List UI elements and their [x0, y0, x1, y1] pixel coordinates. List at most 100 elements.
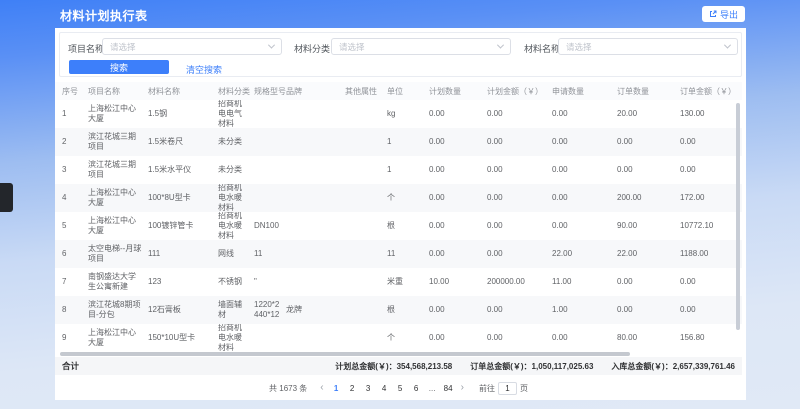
next-page-icon[interactable]: › — [459, 384, 466, 392]
material-category-select[interactable]: 请选择 — [331, 38, 511, 55]
pagination: 共 1673 条 ‹ 123456...84 › 前往 页 — [55, 380, 742, 396]
top-bar: 材料计划执行表 导出 — [0, 0, 800, 28]
table-row[interactable]: 6太空电梯--月球项目111网线11110.000.0022.0022.0011… — [55, 240, 742, 268]
table-cell: 个 — [387, 184, 429, 212]
table-cell — [345, 128, 387, 156]
table-cell: 1.00 — [552, 296, 617, 324]
filter-bar: 项目名称 请选择 材料分类 请选择 材料名称 请选择 搜索 清空搜索 — [59, 32, 742, 77]
summary-item: 订单总金额(￥)：1,050,117,025.63 — [470, 361, 593, 372]
column-header: 订单金额（￥） — [680, 82, 742, 100]
table-cell: 10772.10 — [680, 212, 742, 240]
table-cell: 156.80 — [680, 324, 742, 352]
table-cell: 0.00 — [680, 268, 742, 296]
table-row[interactable]: 2滨江花城三期项目1.5米卷尺未分类10.000.000.000.000.00 — [55, 128, 742, 156]
table-cell: 0.00 — [487, 296, 552, 324]
page-list: 123456...84 — [331, 384, 454, 393]
totals-row: 合计 计划总金额(￥)：354,568,213.58订单总金额(￥)：1,050… — [55, 357, 742, 375]
table-cell: 上海松江中心大厦 — [88, 212, 148, 240]
table-row[interactable]: 1上海松江中心大厦1.5钢招商机电电气材料kg0.000.000.0020.00… — [55, 100, 742, 128]
table-body: 1上海松江中心大厦1.5钢招商机电电气材料kg0.000.000.0020.00… — [55, 100, 742, 352]
table-cell: 172.00 — [680, 184, 742, 212]
project-name-select[interactable]: 请选择 — [102, 38, 282, 55]
summary-item: 计划总金额(￥)：354,568,213.58 — [335, 361, 452, 372]
search-button[interactable]: 搜索 — [69, 60, 169, 74]
table-cell: 0.00 — [552, 324, 617, 352]
page-button[interactable]: 84 — [443, 384, 454, 393]
horizontal-scrollbar[interactable] — [60, 352, 630, 356]
export-button[interactable]: 导出 — [702, 6, 745, 22]
summary-item: 入库总金额(￥)：2,657,339,761.46 — [611, 361, 735, 372]
table-row[interactable]: 3滨江花城三期项目1.5米水平仪未分类10.000.000.000.000.00 — [55, 156, 742, 184]
table-row[interactable]: 7南钢盛达大学生公寓新建123不锈钢"米重10.00200000.0011.00… — [55, 268, 742, 296]
table-cell: " — [254, 268, 286, 296]
table-cell: 0.00 — [617, 128, 680, 156]
table-cell: 0.00 — [552, 212, 617, 240]
page-title: 材料计划执行表 — [60, 7, 148, 24]
table-cell: 7 — [62, 268, 88, 296]
table-cell: 123 — [148, 268, 218, 296]
table-cell: 招商机电水暖材料 — [218, 184, 254, 212]
pagination-total: 共 1673 条 — [269, 383, 307, 394]
table-cell: 3 — [62, 156, 88, 184]
summary-item-value: 2,657,339,761.46 — [673, 362, 735, 371]
table-cell: 0.00 — [429, 296, 487, 324]
table-cell — [286, 156, 345, 184]
goto-page-input[interactable] — [498, 382, 517, 395]
project-name-placeholder: 请选择 — [110, 41, 136, 53]
table-cell: 滨江花城8期项目-分包 — [88, 296, 148, 324]
table-row[interactable]: 9上海松江中心大厦150*10U型卡招商机电水暖材料个0.000.000.008… — [55, 324, 742, 352]
table-cell: 0.00 — [429, 212, 487, 240]
table-cell: 80.00 — [617, 324, 680, 352]
table-cell: 12石膏板 — [148, 296, 218, 324]
table-cell: 招商机电水暖材料 — [218, 324, 254, 352]
page-button[interactable]: 5 — [395, 384, 406, 393]
chevron-down-icon — [268, 42, 275, 49]
table-cell: 200.00 — [617, 184, 680, 212]
table-cell: 90.00 — [617, 212, 680, 240]
export-icon — [709, 10, 717, 18]
page-button[interactable]: 1 — [331, 384, 342, 393]
summary-item-label: 订单总金额(￥)： — [470, 361, 531, 372]
table-cell: 上海松江中心大厦 — [88, 184, 148, 212]
summary-item-label: 入库总金额(￥)： — [611, 361, 672, 372]
table-cell: 招商机电电气材料 — [218, 100, 254, 128]
table-cell: 根 — [387, 212, 429, 240]
table-cell — [286, 212, 345, 240]
clear-search-link[interactable]: 清空搜索 — [186, 63, 222, 76]
table-cell — [254, 100, 286, 128]
table-cell: 不锈钢 — [218, 268, 254, 296]
page-button[interactable]: 3 — [363, 384, 374, 393]
prev-page-icon[interactable]: ‹ — [318, 384, 325, 392]
table-row[interactable]: 8滨江花城8期项目-分包12石膏板墙面辅材1220*2440*12龙牌根0.00… — [55, 296, 742, 324]
table-cell — [345, 184, 387, 212]
table-cell: 滨江花城三期项目 — [88, 128, 148, 156]
page-button[interactable]: 6 — [411, 384, 422, 393]
table-cell: 0.00 — [617, 156, 680, 184]
vertical-scrollbar[interactable] — [736, 103, 740, 330]
table-cell: 上海松江中心大厦 — [88, 324, 148, 352]
table-cell: 11 — [254, 240, 286, 268]
filter-label-project: 项目名称 — [68, 42, 104, 55]
column-header: 申请数量 — [552, 82, 617, 100]
page-button[interactable]: 2 — [347, 384, 358, 393]
table-cell: 0.00 — [680, 128, 742, 156]
material-category-placeholder: 请选择 — [339, 41, 365, 53]
summary-item-value: 354,568,213.58 — [397, 362, 453, 371]
table-row[interactable]: 4上海松江中心大厦100*8U型卡招商机电水暖材料个0.000.000.0020… — [55, 184, 742, 212]
table-cell: 0.00 — [552, 100, 617, 128]
table-cell — [254, 184, 286, 212]
table-cell: 0.00 — [487, 100, 552, 128]
table-cell: 111 — [148, 240, 218, 268]
table-cell: 0.00 — [617, 296, 680, 324]
table-row[interactable]: 5上海松江中心大厦100镀锌管卡招商机电水暖材料DN100根0.000.000.… — [55, 212, 742, 240]
table-cell: 1 — [387, 128, 429, 156]
table-cell: 米重 — [387, 268, 429, 296]
column-header: 其他属性 — [345, 82, 387, 100]
page-button[interactable]: 4 — [379, 384, 390, 393]
table-cell: 22.00 — [617, 240, 680, 268]
table-cell: 0.00 — [429, 324, 487, 352]
material-name-select[interactable]: 请选择 — [558, 38, 738, 55]
table-cell: 滨江花城三期项目 — [88, 156, 148, 184]
side-drawer-handle[interactable] — [0, 183, 13, 212]
table-cell: 1.5米水平仪 — [148, 156, 218, 184]
